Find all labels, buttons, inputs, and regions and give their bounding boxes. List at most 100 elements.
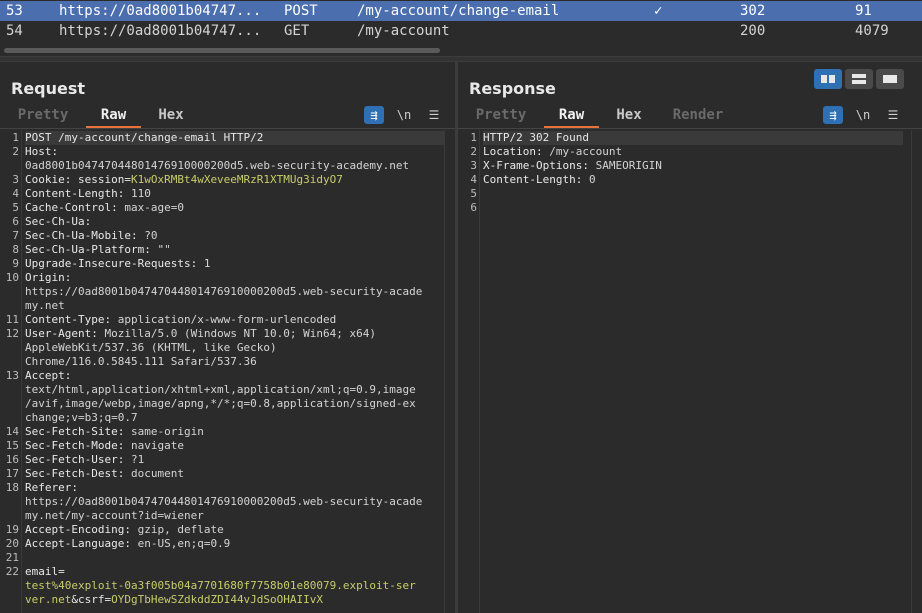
header-name: Content-Length: bbox=[25, 187, 131, 200]
header-value: /my-account bbox=[549, 145, 623, 158]
tab-hex[interactable]: Hex bbox=[606, 104, 652, 128]
header-name: HTTP/2 302 Found bbox=[483, 131, 589, 144]
code-line: /avif,image/webp,image/apng,*/*;q=0.8,ap… bbox=[25, 397, 416, 411]
wrap-lines-icon[interactable]: ⇶ bbox=[364, 106, 384, 124]
line-number: 13 bbox=[5, 369, 19, 382]
menu-icon[interactable]: ☰ bbox=[424, 106, 444, 124]
code-line: Origin: bbox=[25, 271, 78, 285]
history-scrollbar-thumb[interactable] bbox=[4, 48, 440, 53]
row-host: https://0ad8001b04747... bbox=[59, 23, 262, 39]
request-tabs: Pretty Raw Hex bbox=[0, 104, 455, 128]
line-number: 21 bbox=[5, 551, 19, 564]
row-status: 302 bbox=[740, 3, 766, 19]
code-line: 0ad8001b04747044801476910000200d5.web-se… bbox=[25, 159, 409, 173]
header-name: Location: bbox=[483, 145, 550, 158]
code-line: Sec-Fetch-Mode: navigate bbox=[25, 439, 184, 453]
line-number: 3 bbox=[470, 159, 477, 172]
line-number: 22 bbox=[5, 565, 19, 578]
code-line: Referer: bbox=[25, 481, 85, 495]
code-line: Sec-Fetch-Site: same-origin bbox=[25, 425, 204, 439]
newline-toggle-icon[interactable]: \n bbox=[853, 106, 873, 124]
header-value: application/x-www-form-urlencoded bbox=[117, 313, 337, 326]
tab-hex[interactable]: Hex bbox=[148, 104, 194, 128]
code-line: User-Agent: Mozilla/5.0 (Windows NT 10.0… bbox=[25, 327, 376, 341]
tab-underline bbox=[458, 128, 922, 129]
header-name: Sec-Ch-Ua: bbox=[25, 215, 98, 228]
line-number: 2 bbox=[12, 145, 19, 158]
single-layout-icon[interactable] bbox=[876, 69, 904, 89]
tab-pretty[interactable]: Pretty bbox=[8, 104, 78, 128]
line-number: 4 bbox=[12, 187, 19, 200]
line-number: 5 bbox=[470, 187, 477, 200]
param-value: test%40exploit-0a3f005b04a7701680f7758b0… bbox=[25, 579, 416, 592]
param-value: OYDgTbHewSZdkddZDI44vJdSoOHAIIvX bbox=[111, 593, 324, 606]
code-line: Upgrade-Insecure-Requests: 1 bbox=[25, 257, 210, 271]
header-value: change;v=b3;q=0.7 bbox=[25, 411, 138, 424]
response-pane: Response Pretty Raw Hex Render ⇶ \n ☰ 1H… bbox=[458, 62, 922, 613]
newline-toggle-icon[interactable]: \n bbox=[394, 106, 414, 124]
line-number: 16 bbox=[5, 453, 19, 466]
wrap-lines-icon[interactable]: ⇶ bbox=[823, 106, 843, 124]
history-row[interactable]: 54 https://0ad8001b04747... GET /my-acco… bbox=[0, 21, 922, 41]
code-line: Sec-Ch-Ua-Platform: "" bbox=[25, 243, 171, 257]
line-number: 7 bbox=[12, 229, 19, 242]
header-value: same-origin bbox=[130, 425, 204, 438]
header-name: Referer: bbox=[25, 481, 85, 494]
line-number: 10 bbox=[5, 271, 19, 284]
header-value: document bbox=[130, 467, 184, 480]
header-name: email= bbox=[25, 565, 65, 578]
line-number: 2 bbox=[470, 145, 477, 158]
code-line: Host: bbox=[25, 145, 65, 159]
code-line: Content-Length: 110 bbox=[25, 187, 151, 201]
menu-icon[interactable]: ☰ bbox=[883, 106, 903, 124]
line-number: 6 bbox=[12, 215, 19, 228]
header-name: Content-Length: bbox=[483, 173, 589, 186]
response-editor[interactable]: 1 HTTP/2 302 Found 2 Location: /my-account 3… bbox=[458, 130, 922, 613]
stacked-layout-icon[interactable] bbox=[845, 69, 873, 89]
code-line: Sec-Ch-Ua-Mobile: ?0 bbox=[25, 229, 157, 243]
header-name: Sec-Fetch-User: bbox=[25, 453, 131, 466]
row-method: POST bbox=[284, 3, 318, 19]
header-value: 110 bbox=[130, 187, 151, 200]
tab-underline bbox=[0, 128, 455, 129]
param-value: K1wOxRMBt4wXeveeMRzR1XTMUg3idyO7 bbox=[130, 173, 343, 186]
line-number: 4 bbox=[470, 173, 477, 186]
tab-pretty[interactable]: Pretty bbox=[466, 104, 536, 128]
line-number: 1 bbox=[12, 131, 19, 144]
header-name: Accept: bbox=[25, 369, 78, 382]
header-value: en-US,en;q=0.9 bbox=[137, 537, 231, 550]
row-length: 91 bbox=[855, 3, 872, 19]
tab-render[interactable]: Render bbox=[662, 104, 734, 128]
tab-raw[interactable]: Raw bbox=[86, 104, 141, 128]
proxy-history-table: 53 https://0ad8001b04747... POST /my-acc… bbox=[0, 0, 922, 50]
code-line: AppleWebKit/537.36 (KHTML, like Gecko) bbox=[25, 341, 277, 355]
response-title: Response bbox=[469, 79, 556, 98]
line-number: 12 bbox=[5, 327, 19, 340]
editor-scrollbar[interactable] bbox=[444, 130, 455, 613]
code-line: ver.net&csrf=OYDgTbHewSZdkddZDI44vJdSoOH… bbox=[25, 593, 323, 607]
code-line: HTTP/2 302 Found bbox=[483, 131, 903, 145]
line-number: 5 bbox=[12, 201, 19, 214]
request-editor[interactable]: 1 POST /my-account/change-email HTTP/2 2 Ho… bbox=[0, 130, 455, 613]
edited-check-icon: ✓ bbox=[654, 3, 663, 19]
line-number: 11 bbox=[5, 313, 19, 326]
code-line: Accept-Encoding: gzip, deflate bbox=[25, 523, 224, 537]
header-value: AppleWebKit/537.36 (KHTML, like Gecko) bbox=[25, 341, 277, 354]
header-value: Chrome/116.0.5845.111 Safari/537.36 bbox=[25, 355, 257, 368]
line-number: 1 bbox=[470, 131, 477, 144]
tab-raw[interactable]: Raw bbox=[544, 104, 599, 128]
history-row[interactable]: 53 https://0ad8001b04747... POST /my-acc… bbox=[0, 1, 922, 21]
param-value: ver.net bbox=[25, 593, 72, 606]
header-value: ?0 bbox=[144, 229, 158, 242]
side-by-side-layout-icon[interactable] bbox=[814, 69, 842, 89]
editor-scrollbar[interactable] bbox=[911, 130, 922, 613]
request-title: Request bbox=[11, 79, 86, 98]
header-name: POST /my-account/change-email HTTP/2 bbox=[25, 131, 264, 144]
code-line: Chrome/116.0.5845.111 Safari/537.36 bbox=[25, 355, 257, 369]
header-value: SAMEORIGIN bbox=[595, 159, 662, 172]
code-line: POST /my-account/change-email HTTP/2 bbox=[25, 131, 444, 145]
code-line: Location: /my-account bbox=[483, 145, 622, 159]
header-name: Accept-Language: bbox=[25, 537, 138, 550]
code-line: change;v=b3;q=0.7 bbox=[25, 411, 138, 425]
header-value: max-age=0 bbox=[124, 201, 184, 214]
